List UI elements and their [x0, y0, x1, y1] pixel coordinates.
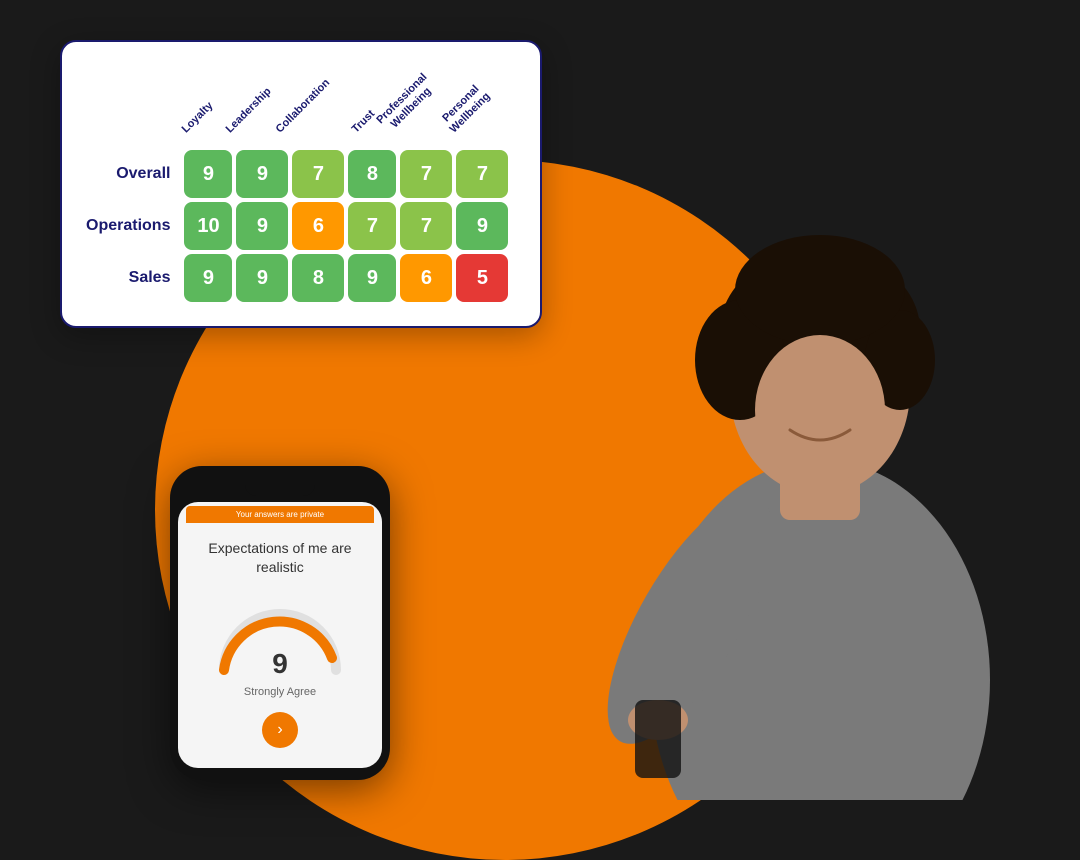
row-operations: Operations 10 9 6 7 7 9 [86, 202, 508, 250]
cell-ops-collaboration: 6 [292, 202, 344, 250]
cell-ops-loyalty: 10 [184, 202, 232, 250]
privacy-bar: Your answers are private [186, 506, 374, 523]
col-collaboration: Collaboration [292, 70, 344, 146]
next-icon: › [277, 721, 282, 739]
row-overall: Overall 9 9 7 8 7 7 [86, 150, 508, 198]
score-card: Loyalty Leadership Collaboration Trust [60, 40, 542, 328]
empty-header [86, 70, 180, 146]
phone: Your answers are private Expectations of… [170, 466, 390, 780]
col-personal-wellbeing: PersonalWellbeing [456, 70, 508, 146]
col-loyalty-label: Loyalty [180, 99, 217, 136]
person-svg [480, 0, 1080, 800]
cell-overall-prof-wellbeing: 7 [400, 150, 452, 198]
col-loyalty: Loyalty [184, 70, 232, 146]
cell-sales-loyalty: 9 [184, 254, 232, 302]
cell-sales-trust: 9 [348, 254, 396, 302]
gauge-score: 9 [272, 650, 288, 678]
row-operations-label: Operations [86, 202, 180, 250]
cell-sales-personal-wellbeing: 5 [456, 254, 508, 302]
cell-overall-loyalty: 9 [184, 150, 232, 198]
cell-sales-leadership: 9 [236, 254, 288, 302]
row-sales-label: Sales [86, 254, 180, 302]
phone-content: Expectations of me are realistic 9 Stron… [178, 523, 382, 768]
cell-overall-personal-wellbeing: 7 [456, 150, 508, 198]
cell-ops-prof-wellbeing: 7 [400, 202, 452, 250]
phone-container: Your answers are private Expectations of… [170, 466, 390, 780]
cell-ops-personal-wellbeing: 9 [456, 202, 508, 250]
cell-overall-leadership: 9 [236, 150, 288, 198]
col-trust-label: Trust [350, 108, 378, 136]
row-overall-label: Overall [86, 150, 180, 198]
person-area [480, 0, 1080, 800]
next-button[interactable]: › [262, 712, 298, 748]
phone-notch [245, 478, 315, 496]
cell-sales-prof-wellbeing: 6 [400, 254, 452, 302]
score-table: Loyalty Leadership Collaboration Trust [82, 66, 512, 306]
phone-question: Expectations of me are realistic [194, 539, 366, 578]
gauge-label: Strongly Agree [194, 686, 366, 698]
col-professional-wellbeing: ProfessionalWellbeing [400, 70, 452, 146]
phone-screen: Your answers are private Expectations of… [178, 502, 382, 768]
gauge-container: 9 [210, 598, 350, 678]
cell-ops-leadership: 9 [236, 202, 288, 250]
cell-sales-collaboration: 8 [292, 254, 344, 302]
cell-overall-collaboration: 7 [292, 150, 344, 198]
cell-overall-trust: 8 [348, 150, 396, 198]
row-sales: Sales 9 9 8 9 6 5 [86, 254, 508, 302]
cell-ops-trust: 7 [348, 202, 396, 250]
